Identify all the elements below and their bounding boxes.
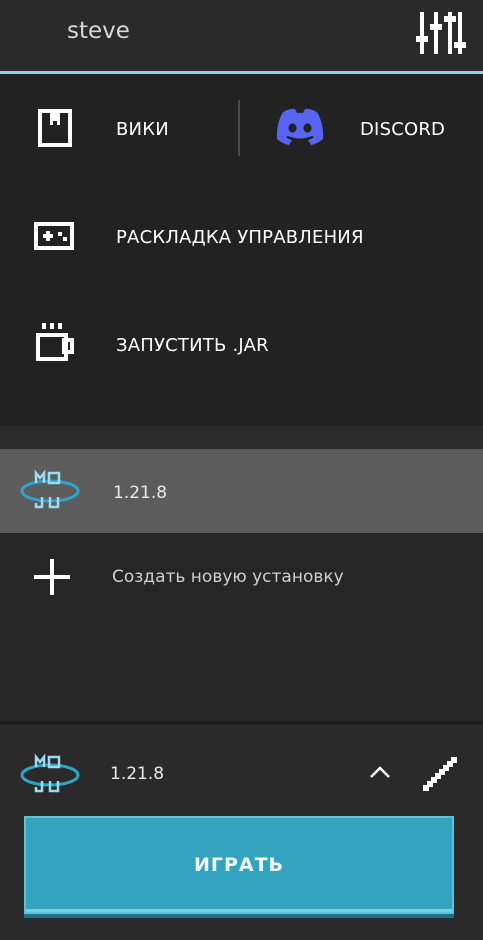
mojo-logo-icon <box>20 753 80 793</box>
discord-icon <box>276 108 324 145</box>
top-bar: steve <box>0 0 483 71</box>
selected-installation[interactable]: 1.21.8 <box>0 745 340 803</box>
installation-version: 1.21.8 <box>113 483 168 503</box>
installation-item[interactable]: 1.21.8 <box>0 449 483 533</box>
wiki-label: ВИКИ <box>116 119 169 140</box>
create-installation-label: Создать новую установку <box>112 567 344 587</box>
controls-layout-button[interactable]: РАСКЛАДКА УПРАВЛЕНИЯ <box>0 184 483 290</box>
coffee-cup-icon <box>36 323 74 361</box>
run-jar-button[interactable]: ЗАПУСТИТЬ .JAR <box>0 290 483 398</box>
play-button[interactable]: ИГРАТЬ <box>24 816 454 914</box>
gamepad-icon <box>34 222 74 250</box>
wiki-book-icon <box>38 109 72 147</box>
plus-icon <box>34 559 70 595</box>
edit-pencil-icon[interactable] <box>421 755 459 793</box>
run-jar-label: ЗАПУСТИТЬ .JAR <box>116 335 269 356</box>
selected-version: 1.21.8 <box>110 764 165 784</box>
mojo-logo-icon <box>20 469 80 509</box>
account-name[interactable]: steve <box>67 18 130 44</box>
discord-label: DISCORD <box>360 119 446 140</box>
controls-layout-label: РАСКЛАДКА УПРАВЛЕНИЯ <box>116 227 364 248</box>
play-label: ИГРАТЬ <box>193 854 285 876</box>
section-separator <box>0 426 483 449</box>
chevron-up-icon[interactable] <box>369 765 391 779</box>
wiki-button[interactable]: ВИКИ <box>0 74 236 184</box>
create-installation-button[interactable]: Создать новую установку <box>0 535 483 619</box>
discord-button[interactable]: DISCORD <box>240 74 483 184</box>
launcher-menu: ВИКИ DISCORD РАСКЛАДКА УПРАВЛЕНИЯ ЗАПУСТ… <box>0 74 483 426</box>
settings-sliders-icon[interactable] <box>414 10 466 56</box>
